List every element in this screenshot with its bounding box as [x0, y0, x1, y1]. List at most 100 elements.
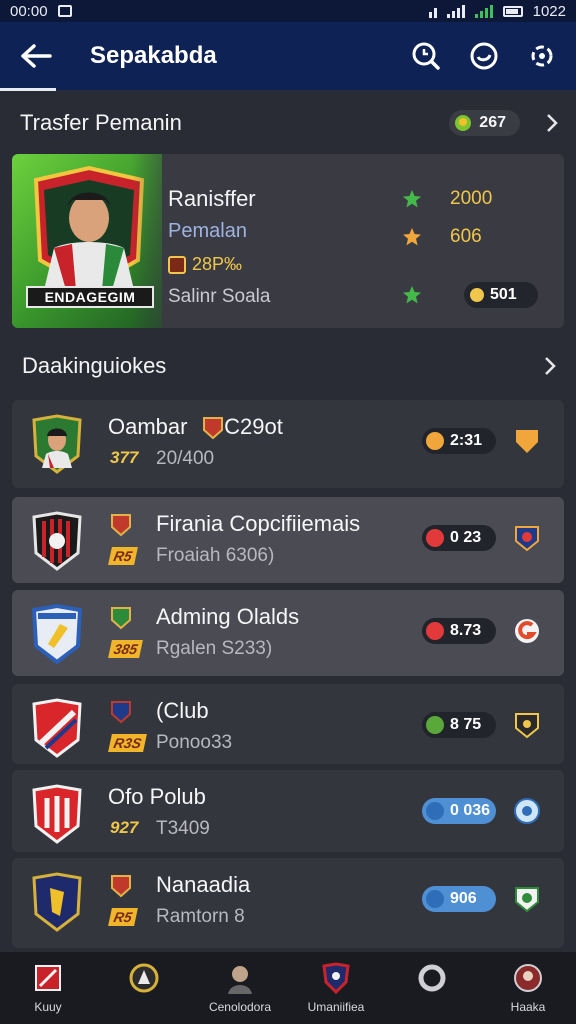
list-item[interactable]: Oambar C29ot 377 20/400 2:31 — [12, 400, 564, 488]
coin-icon — [426, 716, 444, 734]
wifi-icon — [474, 4, 493, 18]
featured-rating-value: 28P‰ — [192, 254, 243, 274]
page-title: Sepakabda — [90, 42, 217, 69]
featured-stat-3 — [402, 285, 422, 305]
list-item[interactable]: Nanaadia R5 Ramtorn 8 906 — [12, 858, 564, 948]
list-item[interactable]: Adming Olalds 385 Rgalen S233) 8.73 — [12, 590, 564, 676]
search-icon — [412, 42, 440, 70]
row-subtitle: Froaiah 6306) — [156, 545, 275, 566]
club-crest-icon — [111, 514, 131, 537]
row-pill-value: 2:31 — [450, 432, 483, 449]
row-value-pill: 8 75 — [422, 712, 496, 738]
back-button[interactable] — [16, 36, 56, 76]
history-button[interactable] — [466, 38, 502, 74]
row-rating: R5 — [108, 547, 138, 565]
nav-label: Kuuy — [34, 1000, 62, 1014]
club-crest-icon — [32, 511, 82, 571]
status-bar: 00:00 1022 — [0, 0, 576, 22]
row-rating: R3S — [108, 734, 148, 752]
row-pill-value: 0 036 — [450, 802, 491, 819]
club-crest-icon — [32, 784, 82, 844]
club-badge-icon — [168, 255, 186, 274]
search-button[interactable] — [408, 38, 444, 74]
coin-icon — [470, 288, 484, 302]
row-rating: 385 — [108, 640, 144, 658]
club-crest-icon — [35, 965, 61, 991]
row-pill-value: 8 75 — [450, 716, 482, 733]
featured-value-pill: 501 — [464, 282, 538, 308]
list-item[interactable]: (Club R3S Ponoo33 8 75 — [12, 684, 564, 764]
green-star-icon — [403, 190, 421, 208]
nav-item-settings[interactable] — [384, 952, 480, 1024]
row-value-pill: 8.73 — [422, 618, 496, 644]
club-crest-icon — [32, 872, 82, 932]
settings-button[interactable] — [524, 38, 560, 74]
transfer-section-title: Trasfer Pemanin — [20, 110, 182, 135]
back-arrow-icon — [21, 44, 52, 68]
row-name: Ofo Polub — [108, 784, 206, 809]
chevron-right-icon — [547, 114, 558, 132]
featured-stat-1: 2000 — [402, 188, 492, 210]
list-section-header: Daakinguiokes — [22, 350, 562, 382]
featured-stat-2-value: 606 — [450, 226, 482, 247]
row-pill-value: 906 — [450, 890, 477, 907]
featured-stat-1-value: 2000 — [450, 188, 493, 209]
nav-label: Haaka — [510, 1000, 546, 1014]
row-subtitle: Rgalen S233) — [156, 638, 273, 659]
transfer-count: 267 — [479, 114, 506, 131]
row-subtitle: Ponoo33 — [156, 732, 233, 753]
shield-badge-icon — [516, 430, 538, 453]
club-badge-icon — [515, 713, 539, 739]
bluetooth-icon — [428, 4, 437, 18]
player-shield-icon — [32, 414, 82, 474]
featured-pill-value: 501 — [490, 286, 517, 303]
nav-item-haaka[interactable]: Haaka — [480, 952, 576, 1024]
coin-icon — [426, 622, 444, 640]
profile-icon — [514, 964, 542, 992]
list-item[interactable]: Ofo Polub 927 T3409 0 036 — [12, 770, 564, 852]
battery-icon — [502, 5, 523, 17]
nav-label: Cenolodora — [208, 1000, 272, 1014]
row-pill-value: 0 23 — [450, 529, 482, 546]
club-badge-icon — [514, 798, 540, 824]
status-time: 00:00 — [10, 2, 48, 20]
player-banner: ENDAGEGIM — [26, 286, 154, 308]
player-avatar-icon — [228, 966, 252, 994]
row-name: (Club — [156, 698, 209, 723]
row-name: Nanaadia — [156, 872, 251, 897]
row-name: Adming Olalds — [156, 604, 300, 629]
status-clock: 1022 — [532, 2, 566, 20]
coin-icon — [426, 890, 444, 908]
clock-icon — [470, 42, 498, 70]
nav-item-cenolodora[interactable]: Cenolodora — [192, 952, 288, 1024]
row-name: Oambar C29ot — [108, 414, 283, 439]
app-header: Sepakabda — [0, 22, 576, 90]
club-crest-icon — [111, 607, 131, 630]
transfer-more-button[interactable] — [544, 111, 560, 135]
featured-transfer-card[interactable]: ENDAGEGIM Ranisffer Pemalan 28P‰ Salinr … — [12, 154, 564, 328]
featured-subtitle: Pemalan — [168, 220, 247, 242]
featured-rating: 28P‰ — [168, 254, 242, 275]
notification-icon — [57, 5, 72, 17]
row-value-pill: 0 23 — [422, 525, 496, 551]
row-rating: R5 — [108, 908, 138, 926]
club-crest-icon — [322, 962, 350, 994]
nav-item-umaniifiea[interactable]: Umaniifiea — [288, 952, 384, 1024]
list-item[interactable]: Firania Copcifiiemais R5 Froaiah 6306) 0… — [12, 497, 564, 583]
row-name: Firania Copcifiiemais — [156, 511, 361, 536]
row-subtitle: 20/400 — [156, 448, 215, 469]
nav-item-kuuy[interactable]: Kuuy — [0, 952, 96, 1024]
signal-icon — [446, 4, 465, 18]
row-subtitle: T3409 — [156, 818, 210, 839]
featured-stat-2: 606 — [402, 226, 482, 248]
list-more-button[interactable] — [542, 354, 558, 378]
row-pill-value: 8.73 — [450, 622, 482, 639]
coin-icon — [455, 115, 472, 131]
club-crest-icon — [31, 604, 83, 664]
club-badge-icon — [515, 887, 539, 913]
row-subtitle: Ramtorn 8 — [156, 906, 245, 927]
nav-item-squad[interactable] — [96, 952, 192, 1024]
coin-icon — [426, 529, 444, 547]
featured-club: Salinr Soala — [168, 286, 271, 307]
green-star-icon — [403, 286, 421, 304]
